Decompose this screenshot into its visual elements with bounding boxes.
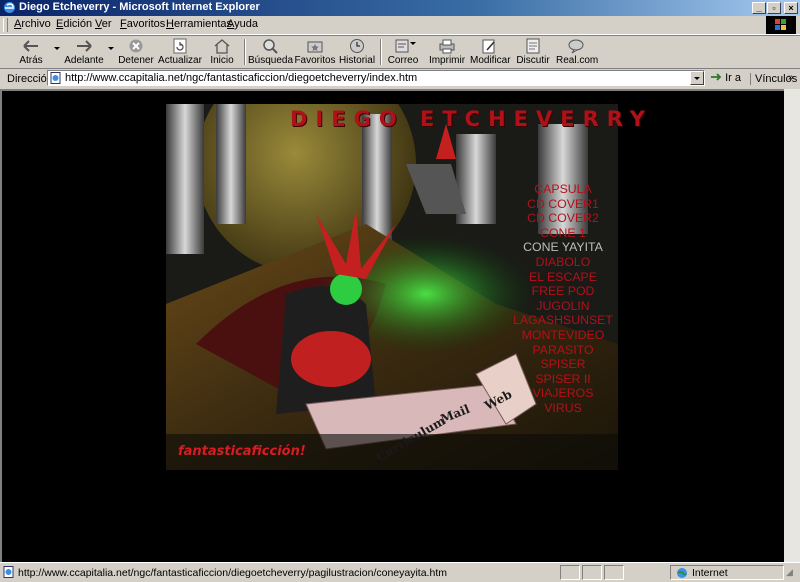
address-dropdown-button[interactable] [690,71,704,85]
window-title: Diego Etcheverry - Microsoft Internet Ex… [19,1,260,13]
stop-button[interactable]: Detener [116,37,156,67]
menu-edicion[interactable]: Edición [56,18,92,30]
go-button[interactable]: Ir a [710,71,741,87]
close-button[interactable]: × [784,2,798,14]
back-button[interactable]: Atrás [10,37,52,67]
links-more-icon[interactable]: » [788,72,794,83]
nav-link-lagashsunset[interactable]: LAGASHSUNSET [508,313,618,328]
status-pane-security [582,565,602,580]
nav-link-free-pod[interactable]: FREE POD [508,284,618,299]
site-title: DIEGO ETCHEVERRY [290,107,653,131]
zone-label: Internet [692,567,728,579]
ie-logo-icon [4,2,15,13]
status-text: http://www.ccapitalia.net/ngc/fantastica… [18,567,447,579]
status-bar: http://www.ccapitalia.net/ngc/fantastica… [0,562,800,582]
nav-link-cd-cover2[interactable]: CD COVER2 [508,211,618,226]
printer-icon [439,39,455,54]
toolbar-separator [244,39,246,65]
nav-link-cone-yayita[interactable]: CONE YAYITA [508,240,618,255]
forward-dropdown-icon[interactable] [108,47,114,50]
realcom-button[interactable]: Real.com [556,37,598,67]
address-label: Dirección [7,73,53,85]
search-button[interactable]: Búsqueda [248,37,293,67]
restore-button[interactable]: ▫ [767,2,781,14]
nav-link-spiser[interactable]: SPISER [508,357,618,372]
menu-ayuda[interactable]: Ayuda [227,18,258,30]
history-icon [350,39,364,53]
page-icon [50,72,61,84]
toolbar-separator [380,39,382,65]
home-icon [214,39,230,54]
artwork-nav-list: CAPSULA CD COVER1 CD COVER2 CONE 1 CONE YAYI… [508,182,618,416]
menu-ver[interactable]: Ver [95,18,112,30]
status-pane-misc [604,565,624,580]
discuss-button[interactable]: Discutir [514,37,552,67]
home-button[interactable]: Inicio [204,37,240,67]
menu-bar: Archivo Edición Ver Favoritos Herramient… [0,16,800,35]
nav-link-capsula[interactable]: CAPSULA [508,182,618,197]
resize-grip-icon[interactable]: ◢ [786,567,793,578]
mail-dropdown-icon[interactable] [410,42,416,45]
print-button[interactable]: Imprimir [428,37,466,67]
nav-link-virus[interactable]: VIRUS [508,401,618,416]
refresh-button[interactable]: Actualizar [158,37,202,67]
status-pane-progress [560,565,580,580]
menu-favoritos[interactable]: Favoritos [120,18,165,30]
nav-link-cd-cover1[interactable]: CD COVER1 [508,197,618,212]
stop-icon [129,39,143,53]
nav-link-cone-1[interactable]: CONE 1 [508,226,618,241]
nav-link-montevideo[interactable]: MONTEVIDEO [508,328,618,343]
vertical-scrollbar[interactable] [784,89,800,562]
nav-link-spiser-ii[interactable]: SPISER II [508,372,618,387]
minimize-button[interactable]: _ [752,2,766,14]
address-url: http://www.ccapitalia.net/ngc/fantastica… [65,72,418,84]
standard-toolbar: Atrás Adelante Detener Actualizar Inicio… [0,35,800,69]
history-button[interactable]: Historial [338,37,376,67]
back-arrow-icon [23,40,38,52]
refresh-icon [173,38,187,54]
forward-button[interactable]: Adelante [60,37,108,67]
favorites-folder-icon [307,41,323,53]
address-bar: Dirección http://www.ccapitalia.net/ngc/… [0,68,800,89]
nav-link-viajeros[interactable]: VIAJEROS [508,386,618,401]
internet-zone-icon [677,568,687,578]
nav-link-el-escape[interactable]: EL ESCAPE [508,270,618,285]
site-signature: fantasticaficción! [178,444,306,459]
search-icon [263,39,278,54]
nav-link-diabolo[interactable]: DIABOLO [508,255,618,270]
real-logo-icon [568,39,584,54]
favorites-button[interactable]: Favoritos [294,37,336,67]
edit-button[interactable]: Modificar [470,37,511,67]
title-bar: Diego Etcheverry - Microsoft Internet Ex… [0,0,800,16]
discuss-icon [526,38,540,54]
windows-logo-icon [766,16,796,34]
address-input[interactable]: http://www.ccapitalia.net/ngc/fantastica… [47,70,705,86]
forward-arrow-icon [77,40,92,52]
mail-icon [395,39,409,53]
nav-link-jugolin[interactable]: JUGOLIN [508,299,618,314]
nav-link-parasito[interactable]: PARASITO [508,343,618,358]
menu-grip [3,18,8,32]
go-arrow-icon [711,73,722,81]
status-page-icon [3,566,14,578]
edit-page-icon [482,39,495,54]
menu-archivo[interactable]: Archivo [14,18,51,30]
menu-herramientas[interactable]: Herramientas [166,18,232,30]
